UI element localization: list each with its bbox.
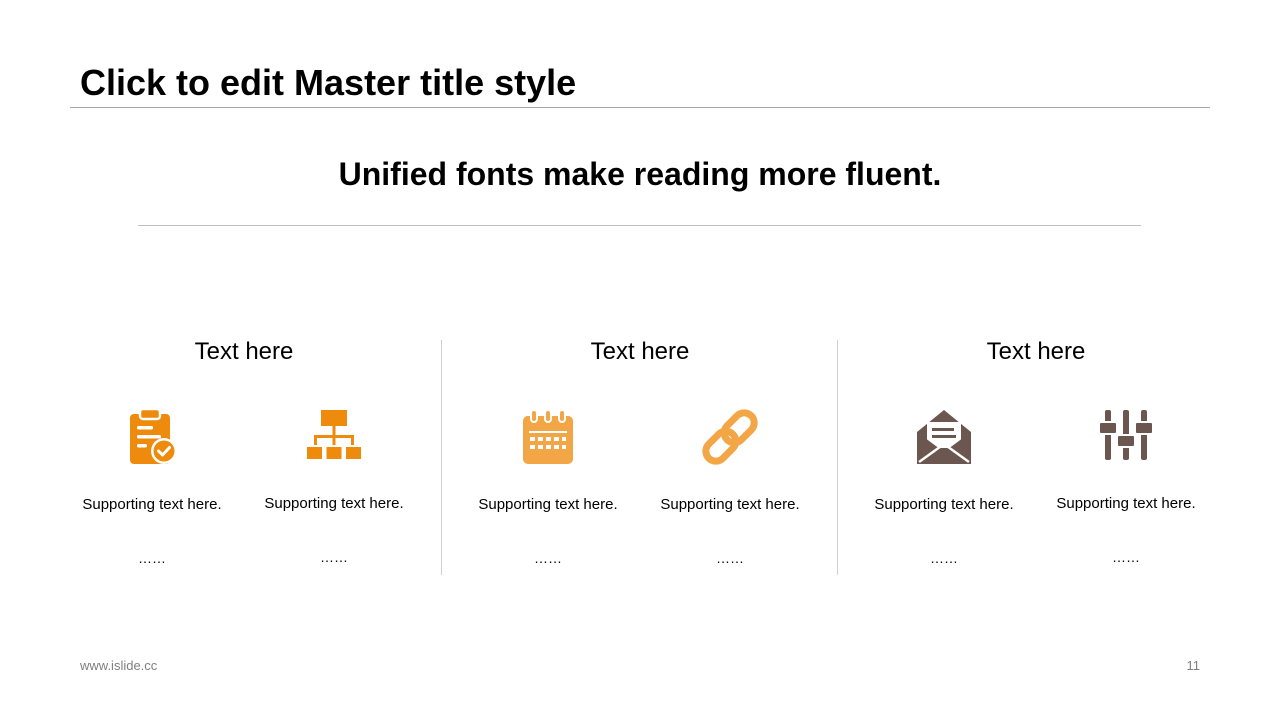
feature-item: Supporting text here. …… xyxy=(640,408,820,568)
org-chart-icon xyxy=(306,407,362,465)
slide-subtitle[interactable]: Unified fonts make reading more fluent. xyxy=(0,155,1280,193)
column-heading[interactable]: Text here xyxy=(442,336,838,368)
feature-column-1: Text here Supporting text here. …… Suppo… xyxy=(46,336,442,576)
supporting-text[interactable]: Supporting text here. xyxy=(62,496,242,514)
supporting-text[interactable]: Supporting text here. xyxy=(244,495,424,513)
clipboard-check-icon xyxy=(124,408,180,466)
supporting-text[interactable]: Supporting text here. xyxy=(1036,495,1216,513)
title-divider xyxy=(70,107,1210,108)
footer-url[interactable]: www.islide.cc xyxy=(80,658,157,673)
feature-column-2: Text here Supporting text here. …… Suppo… xyxy=(442,336,838,576)
feature-item: Supporting text here. …… xyxy=(458,408,638,568)
subtitle-divider xyxy=(138,225,1141,226)
ellipsis-text[interactable]: …… xyxy=(62,550,242,566)
ellipsis-text[interactable]: …… xyxy=(458,550,638,566)
column-heading[interactable]: Text here xyxy=(838,336,1234,368)
envelope-open-icon xyxy=(916,408,972,466)
supporting-text[interactable]: Supporting text here. xyxy=(640,496,820,514)
supporting-text[interactable]: Supporting text here. xyxy=(458,496,638,514)
ellipsis-text[interactable]: …… xyxy=(1036,549,1216,565)
feature-item: Supporting text here. …… xyxy=(854,408,1034,568)
feature-item: Supporting text here. …… xyxy=(62,408,242,568)
ellipsis-text[interactable]: …… xyxy=(854,550,1034,566)
feature-item: Supporting text here. …… xyxy=(244,407,424,567)
ellipsis-text[interactable]: …… xyxy=(244,549,424,565)
link-icon xyxy=(702,408,758,466)
feature-column-3: Text here Supporting text here. …… Suppo… xyxy=(838,336,1234,576)
ellipsis-text[interactable]: …… xyxy=(640,550,820,566)
calendar-icon xyxy=(520,408,576,466)
slide-title[interactable]: Click to edit Master title style xyxy=(80,62,576,104)
supporting-text[interactable]: Supporting text here. xyxy=(854,496,1034,514)
sliders-icon xyxy=(1098,407,1154,465)
column-heading[interactable]: Text here xyxy=(46,336,442,368)
page-number: 11 xyxy=(1186,658,1201,673)
feature-item: Supporting text here. …… xyxy=(1036,407,1216,567)
